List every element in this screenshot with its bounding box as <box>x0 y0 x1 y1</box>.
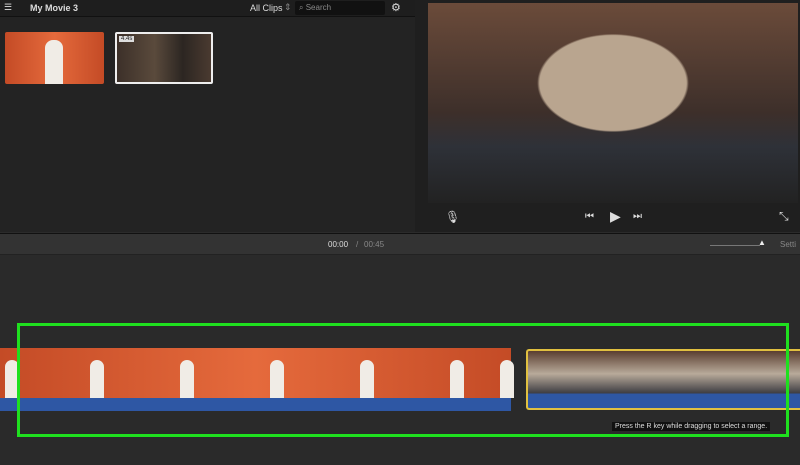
current-time: 00:00 <box>328 240 349 249</box>
browser-clip-orange[interactable] <box>5 32 104 84</box>
highlight-box <box>17 323 789 437</box>
viewer: 🎙 ⏮ ▶ ⏭ ⤡ <box>415 0 800 232</box>
play-icon[interactable]: ▶ <box>610 208 621 225</box>
browser-clip-office[interactable]: 4.4s <box>115 32 213 84</box>
person-figure <box>45 40 63 84</box>
video-preview <box>428 3 798 203</box>
project-title: My Movie 3 <box>30 3 79 13</box>
search-placeholder: Search <box>305 3 332 12</box>
skip-back-icon[interactable]: ⏮ <box>585 211 594 222</box>
tooltip: Press the R key while dragging to select… <box>612 422 771 431</box>
zoom-slider-handle[interactable]: ▲ <box>758 238 766 247</box>
total-time: 00:45 <box>364 240 385 249</box>
fullscreen-icon[interactable]: ⤡ <box>779 209 789 224</box>
clips-filter-dropdown[interactable]: All Clips <box>250 3 283 13</box>
clip-duration-badge: 4.4s <box>119 36 135 42</box>
search-input[interactable]: ⌕ Search <box>295 1 385 15</box>
toolbar: ☰ My Movie 3 All Clips ⇕ ⌕ Search ⚙ <box>0 0 415 17</box>
zoom-slider[interactable] <box>710 245 760 246</box>
chevron-updown-icon[interactable]: ⇕ <box>284 2 292 13</box>
time-separator: / <box>356 240 359 249</box>
sidebar-toggle-icon[interactable]: ☰ <box>4 2 12 13</box>
skip-forward-icon[interactable]: ⏭ <box>633 211 642 222</box>
timeline-toolbar: 00:00 / 00:45 ▲ Setti <box>0 233 800 255</box>
settings-button[interactable]: Setti <box>780 240 796 249</box>
settings-gear-icon[interactable]: ⚙ <box>391 1 401 14</box>
media-browser: 4.4s <box>0 17 415 232</box>
microphone-icon[interactable]: 🎙 <box>445 210 460 224</box>
